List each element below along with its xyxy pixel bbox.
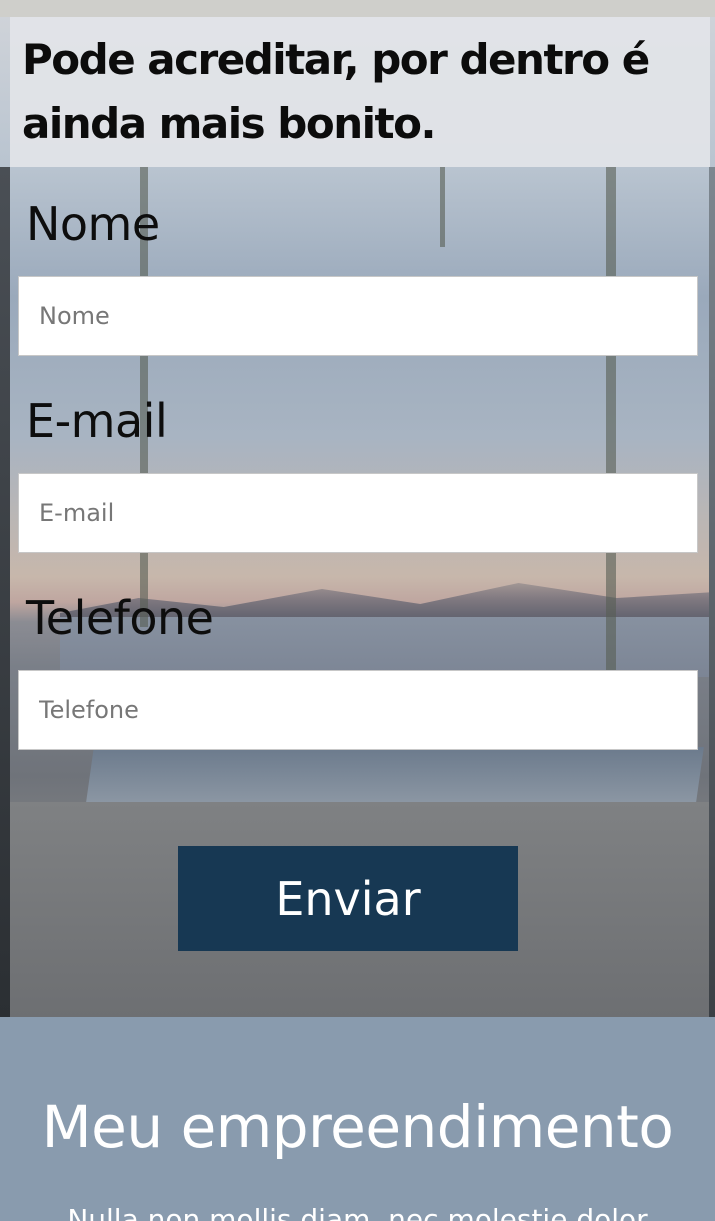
email-input[interactable] [18, 473, 698, 553]
telefone-label: Telefone [26, 591, 214, 645]
right-edge-shade [709, 167, 715, 1017]
pool-decor [86, 747, 704, 802]
nome-label: Nome [26, 197, 160, 251]
left-edge-shade [0, 167, 10, 1017]
section-title: Meu empreendimento [41, 1093, 674, 1161]
section-text: Nulla non mollis diam, nec molestie dolo… [67, 1203, 648, 1221]
section-empreendimento: Meu empreendimento Nulla non mollis diam… [0, 1017, 715, 1221]
nome-input[interactable] [18, 276, 698, 356]
telefone-input[interactable] [18, 670, 698, 750]
submit-button[interactable]: Enviar [178, 846, 518, 951]
email-label: E-mail [26, 394, 168, 448]
palm-trunk-decor [440, 167, 445, 247]
top-strip [0, 0, 715, 17]
page-headline: Pode acreditar, por dentro é ainda mais … [22, 35, 650, 148]
palm-trunk-decor [606, 167, 616, 677]
